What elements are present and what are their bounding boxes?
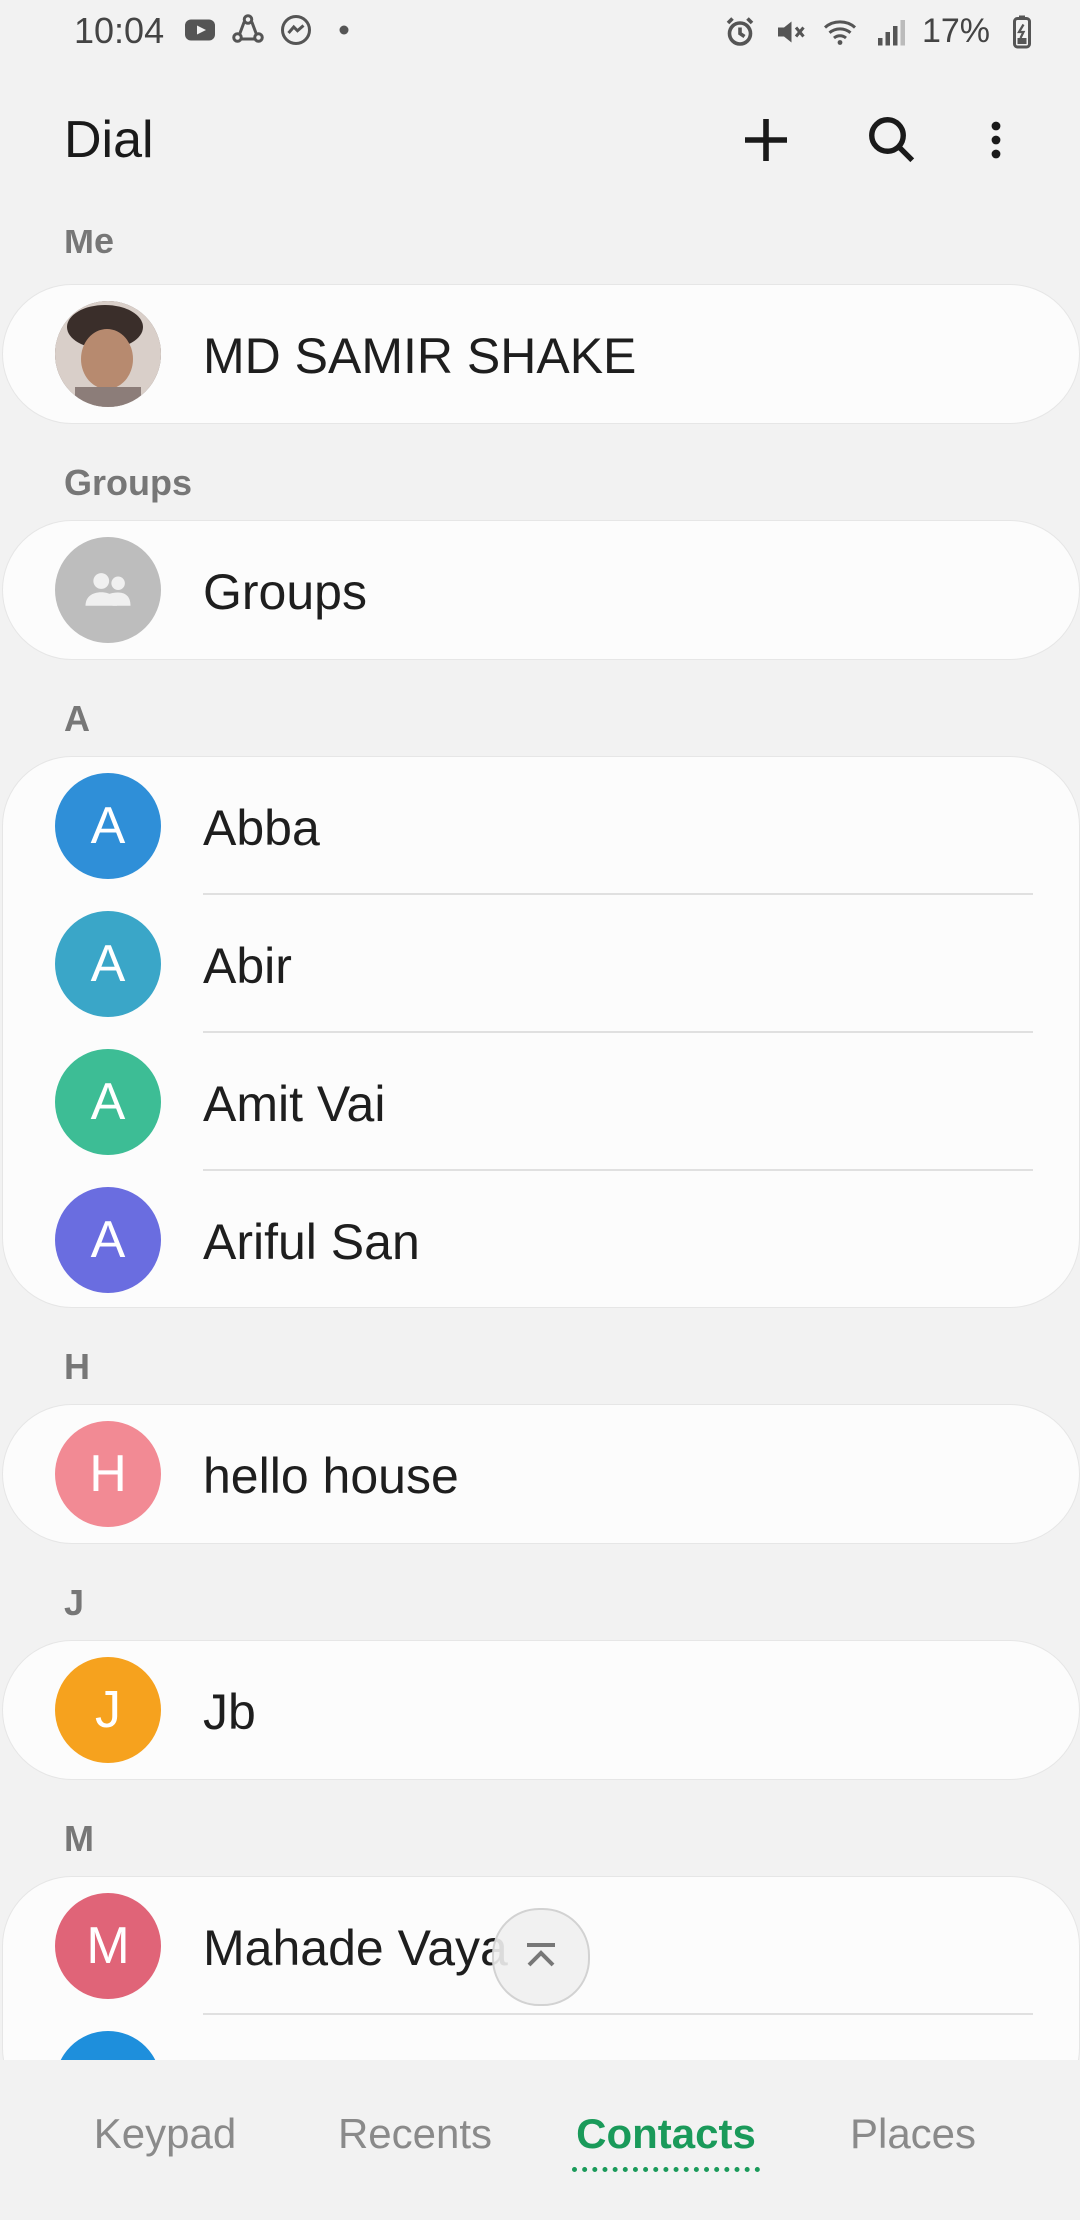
- signal-icon: [877, 19, 905, 45]
- group-people-icon: [85, 573, 131, 606]
- tab-places[interactable]: Places: [828, 2110, 998, 2158]
- section-label-a: A: [64, 698, 90, 739]
- a-card: A Abba A Abir A Amit Vai A Ariful San: [2, 756, 1080, 1308]
- battery-charging-icon: [1013, 15, 1031, 48]
- share-sync-icon: [232, 14, 264, 43]
- wifi-icon: [823, 19, 856, 45]
- contact-avatar: M: [55, 1893, 161, 1999]
- scroll-to-top-button[interactable]: [492, 1908, 590, 2006]
- contact-name: hello house: [203, 1448, 459, 1504]
- section-label-j: J: [64, 1582, 85, 1623]
- status-bar: 10:04 17%: [0, 0, 1080, 64]
- contact-avatar: J: [55, 1657, 161, 1763]
- search-button[interactable]: [856, 104, 928, 176]
- contact-row[interactable]: A Amit Vai: [3, 1033, 1079, 1171]
- search-icon: [869, 117, 915, 163]
- tab-recents[interactable]: Recents: [330, 2110, 500, 2158]
- contact-row[interactable]: A Abir: [3, 895, 1079, 1033]
- messenger-icon: [281, 15, 311, 45]
- contact-row[interactable]: J Jb: [3, 1641, 1079, 1779]
- contact-name: Abba: [203, 800, 320, 856]
- section-label-m: M: [64, 1818, 94, 1859]
- contact-row[interactable]: A Ariful San: [3, 1171, 1079, 1309]
- section-label-h: H: [64, 1346, 90, 1387]
- tab-keypad[interactable]: Keypad: [80, 2110, 250, 2158]
- contact-name: Abir: [203, 938, 292, 994]
- j-card: J Jb: [2, 1640, 1080, 1780]
- dot-icon: [339, 25, 349, 35]
- battery-percent: 17%: [921, 12, 990, 50]
- bottom-tab-bar: Keypad Recents Contacts Places: [0, 2080, 1080, 2220]
- contact-name: MD SAMIR SHAKE: [203, 328, 637, 384]
- groups-name: Groups: [203, 564, 367, 620]
- contact-row[interactable]: A Abba: [3, 757, 1079, 895]
- youtube-icon: [185, 19, 215, 41]
- groups-avatar: [55, 537, 161, 643]
- contact-avatar: A: [55, 773, 161, 879]
- contact-avatar: H: [55, 1421, 161, 1527]
- active-tab-indicator: [572, 2167, 760, 2172]
- contact-avatar: A: [55, 1187, 161, 1293]
- more-vert-icon: [991, 121, 1001, 159]
- mute-icon: [777, 21, 805, 42]
- chevron-up-icon: [527, 1943, 555, 1967]
- tab-contacts[interactable]: Contacts: [572, 2110, 760, 2158]
- contact-row-me[interactable]: MD SAMIR SHAKE: [3, 285, 1079, 423]
- plus-icon: [745, 119, 787, 161]
- notification-icons: [182, 12, 362, 48]
- groups-card: Groups: [2, 520, 1080, 660]
- status-time: 10:04: [74, 10, 165, 51]
- more-options-button[interactable]: [960, 104, 1032, 176]
- me-card: MD SAMIR SHAKE: [2, 284, 1080, 424]
- contact-name: Jb: [203, 1684, 256, 1740]
- h-card: H hello house: [2, 1404, 1080, 1544]
- section-label-groups: Groups: [64, 462, 193, 503]
- contact-avatar: [55, 2031, 161, 2060]
- add-contact-button[interactable]: [730, 104, 802, 176]
- system-icons: 17%: [722, 12, 1040, 51]
- contact-avatar: A: [55, 1049, 161, 1155]
- contact-name: Ariful San: [203, 1214, 420, 1270]
- contact-row-partial[interactable]: [3, 2015, 1079, 2060]
- app-header: Dial: [0, 90, 1080, 186]
- contact-name: Amit Vai: [203, 1076, 386, 1132]
- profile-avatar: [55, 301, 161, 407]
- contact-row[interactable]: H hello house: [3, 1405, 1079, 1543]
- alarm-icon: [726, 16, 754, 46]
- profile-photo-icon: [55, 301, 161, 407]
- contact-name: Mahade Vaya: [203, 1920, 508, 1976]
- contact-avatar: A: [55, 911, 161, 1017]
- contact-list[interactable]: Me MD SAMIR SHAKE Groups Groups A A Abba…: [0, 230, 1080, 2060]
- section-label-me: Me: [64, 230, 115, 261]
- groups-row[interactable]: Groups: [3, 521, 1079, 659]
- page-title: Dial: [64, 111, 154, 169]
